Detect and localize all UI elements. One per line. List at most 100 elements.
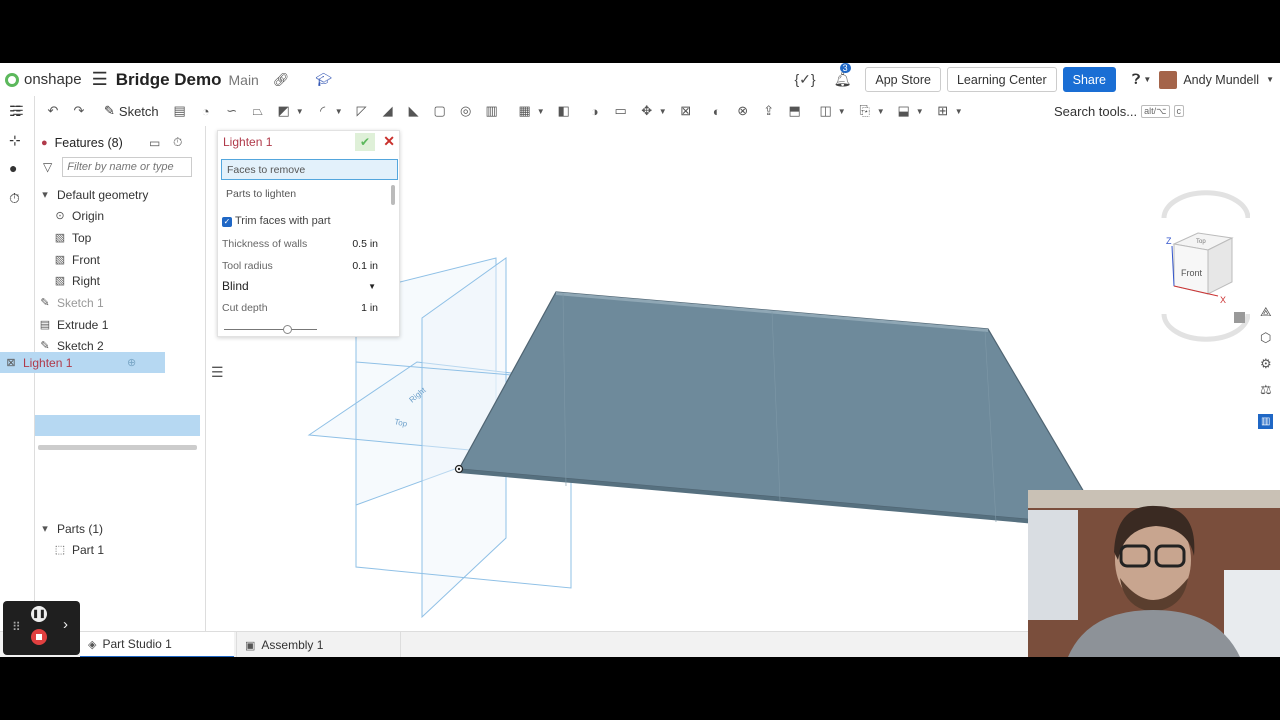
faces-to-remove-field[interactable]: Faces to remove	[221, 159, 398, 180]
modify-fillet-icon[interactable]: ◐	[707, 101, 727, 121]
chevron-down-icon[interactable]: ▼	[1266, 75, 1274, 84]
split-icon[interactable]: ▭	[611, 101, 631, 121]
end-type-select[interactable]: Blind ▼	[222, 279, 376, 293]
parts-to-lighten-field[interactable]: Parts to lighten	[221, 184, 398, 205]
features-collapse-icon[interactable]: ●	[41, 137, 48, 149]
loft-icon[interactable]: ⏢	[248, 101, 268, 121]
cut-depth-input[interactable]: 1 in	[361, 302, 378, 314]
tree-item-front[interactable]: ▧ Front	[53, 249, 100, 270]
chevron-down-icon[interactable]: ▼	[536, 101, 546, 121]
view-cube-rotate-arc[interactable]	[1161, 190, 1250, 219]
chevron-down-icon[interactable]: ▼	[954, 101, 964, 121]
plane-icon[interactable]: ◫	[816, 101, 836, 121]
user-name[interactable]: Andy Mundell	[1183, 73, 1259, 87]
parts-folder[interactable]: ▾ Parts (1)	[38, 518, 103, 539]
chamfer-icon[interactable]: ◸	[352, 101, 372, 121]
cancel-button[interactable]: ✕	[383, 133, 395, 150]
learning-center-button[interactable]: Learning Center	[946, 67, 1057, 92]
draft-icon[interactable]: ◢	[378, 101, 398, 121]
revolve-icon[interactable]: ◔	[196, 101, 216, 121]
filter-input[interactable]	[62, 157, 193, 177]
chevron-down-icon[interactable]: ▾	[38, 522, 52, 535]
chevron-down-icon[interactable]: ▼	[1143, 75, 1151, 84]
chevron-down-icon[interactable]: ▼	[295, 101, 305, 121]
chevron-down-icon[interactable]: ▼	[334, 101, 344, 121]
branch-name[interactable]: Main	[229, 72, 259, 88]
thickness-input[interactable]: 0.5 in	[352, 238, 378, 250]
hole-icon[interactable]: ◎	[456, 101, 476, 121]
menu-icon[interactable]: ☰	[92, 69, 108, 90]
tree-item-part-1[interactable]: ⬚ Part 1	[53, 539, 104, 560]
tree-item-extrude-1[interactable]: ▤ Extrude 1	[38, 314, 109, 335]
delete-part-icon[interactable]: ⊠	[676, 101, 696, 121]
link-icon[interactable]: 🔗︎	[273, 72, 290, 88]
add-custom-feature-icon[interactable]: ⊹	[9, 132, 21, 149]
graduation-cap-icon[interactable]: 🎓︎	[315, 72, 332, 88]
transform-icon[interactable]: ✥	[637, 101, 657, 121]
chevron-down-icon[interactable]: ▼	[837, 101, 847, 121]
mirror-icon[interactable]: ◧	[554, 101, 574, 121]
sheet-metal-icon[interactable]: ⊞	[933, 101, 953, 121]
cylinder-icon[interactable]: ▥	[482, 101, 502, 121]
delete-face-icon[interactable]: ⊗	[733, 101, 753, 121]
tool-radius-input[interactable]: 0.1 in	[352, 260, 378, 272]
rib-icon[interactable]: ◣	[404, 101, 424, 121]
chevron-down-icon[interactable]: ▾	[38, 188, 52, 201]
cut-depth-slider-thumb[interactable]	[283, 325, 292, 334]
tree-item-origin[interactable]: ⊙ Origin	[53, 205, 104, 226]
variable-studio-icon[interactable]: {✓}	[795, 71, 816, 88]
surface-icon[interactable]: ⬓	[894, 101, 914, 121]
folder-add-icon[interactable]: ▭	[149, 136, 160, 150]
expand-icon[interactable]: ›	[63, 616, 68, 633]
drag-handle-icon[interactable]: ⠿	[12, 620, 21, 634]
app-store-button[interactable]: App Store	[865, 67, 941, 92]
tree-item-right[interactable]: ▧ Right	[53, 270, 100, 291]
feature-tree-icon[interactable]: ☷	[9, 103, 22, 120]
measure-icon[interactable]: ⚖︎	[1260, 382, 1272, 398]
pattern-icon[interactable]: ▦	[515, 101, 535, 121]
view-cube-small-icon[interactable]	[1234, 312, 1245, 323]
onshape-logo[interactable]: onshape	[5, 71, 82, 88]
comments-icon[interactable]: ●	[9, 160, 17, 176]
tree-item-lighten-1[interactable]	[35, 415, 200, 436]
boolean-icon[interactable]: ◑	[585, 101, 605, 121]
mass-properties-icon[interactable]: ⚙︎	[1260, 356, 1272, 372]
help-icon[interactable]: ❓︎	[1132, 71, 1140, 88]
history-icon[interactable]: ⏱︎	[9, 190, 20, 207]
replace-face-icon[interactable]: ⬒	[785, 101, 805, 121]
fillet-icon[interactable]: ◜	[313, 101, 333, 121]
avatar[interactable]	[1159, 70, 1178, 89]
stop-button[interactable]	[31, 629, 47, 645]
chevron-down-icon[interactable]: ▼	[658, 101, 668, 121]
chevron-down-icon[interactable]: ▼	[915, 101, 925, 121]
pause-button[interactable]: ❚❚	[31, 606, 47, 622]
search-tools[interactable]: Search tools... alt/⌥ c	[1054, 104, 1184, 119]
tree-item-top[interactable]: ▧ Top	[53, 227, 92, 248]
undo-icon[interactable]: ↶	[43, 101, 63, 121]
sketch-button[interactable]: ✎ Sketch	[104, 103, 159, 119]
document-title[interactable]: Bridge Demo	[116, 70, 222, 90]
configurations-icon[interactable]: ⬡	[1260, 330, 1271, 346]
tab-assembly-1[interactable]: ▣ Assembly 1	[236, 632, 401, 657]
accept-button[interactable]: ✔	[355, 133, 375, 151]
default-geometry-folder[interactable]: ▾ Default geometry	[38, 184, 148, 205]
appearance-icon[interactable]: ⟁	[1260, 304, 1272, 320]
curve-icon[interactable]: ⎘	[855, 101, 875, 121]
tree-item-lighten-1-row[interactable]: ⊠ Lighten 1 ⊕	[0, 352, 165, 373]
tree-scrollbar[interactable]	[38, 445, 197, 450]
checkbox-checked-icon[interactable]: ✓	[222, 217, 232, 227]
chevron-down-icon[interactable]: ▼	[876, 101, 886, 121]
tab-part-studio-1[interactable]: ◈ Part Studio 1	[80, 632, 234, 657]
notifications-icon[interactable]: 🔔︎ 3	[834, 63, 851, 88]
rollback-timer-icon[interactable]: ⏱︎	[173, 135, 182, 150]
thicken-icon[interactable]: ◩	[274, 101, 294, 121]
list-view-icon[interactable]: ☰	[211, 364, 224, 381]
redo-icon[interactable]: ↷	[69, 101, 89, 121]
filter-icon[interactable]: ▽	[43, 160, 52, 174]
part-1-body[interactable]	[458, 291, 1106, 527]
sweep-icon[interactable]: ∽	[222, 101, 242, 121]
trim-faces-checkbox-row[interactable]: ✓ Trim faces with part	[222, 215, 394, 227]
share-button[interactable]: Share	[1062, 67, 1116, 92]
cut-depth-slider-track[interactable]	[224, 329, 317, 330]
tree-item-sketch-1[interactable]: ✎ Sketch 1	[38, 292, 103, 313]
